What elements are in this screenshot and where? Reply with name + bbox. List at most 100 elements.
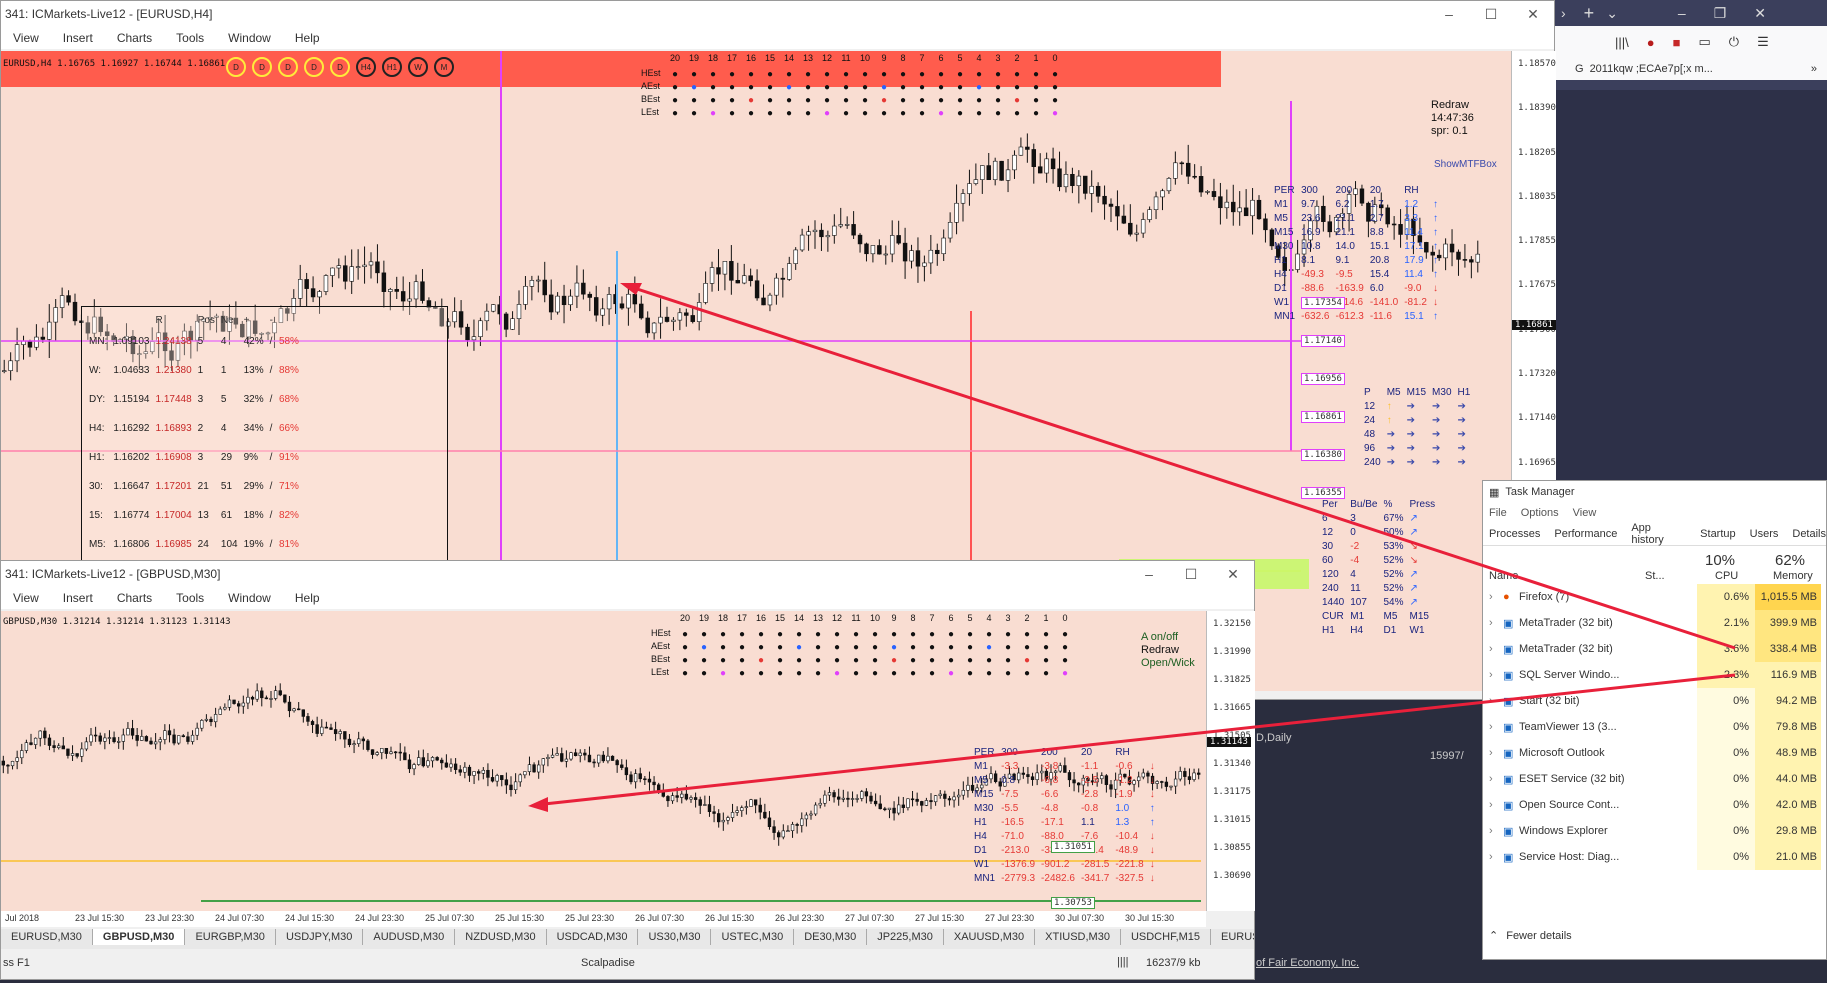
process-icon: ▣: [1503, 773, 1514, 786]
ublock-icon[interactable]: ●: [1647, 35, 1655, 50]
a-onoff-toggle[interactable]: A on/off: [1141, 631, 1195, 644]
process-row[interactable]: › ▣ TeamViewer 13 (3... 0% 79.8 MB: [1483, 714, 1826, 740]
chart-tab[interactable]: USTEC,M30: [711, 929, 795, 945]
tm-tab-processes[interactable]: Processes: [1489, 528, 1540, 540]
press-header: %: [1383, 498, 1393, 510]
expand-chevron-icon[interactable]: ›: [1489, 773, 1503, 785]
expand-chevron-icon[interactable]: ›: [1489, 695, 1503, 707]
chevron-up-icon: ⌃: [1489, 930, 1499, 942]
minimize-icon[interactable]: –: [1428, 6, 1470, 23]
close-icon[interactable]: ✕: [1754, 5, 1766, 22]
left-cell: 18%: [243, 510, 264, 521]
candle-body: [823, 794, 827, 804]
menu-tools[interactable]: Tools: [176, 31, 204, 45]
show-mtf-box[interactable]: ShowMTFBox: [1434, 159, 1497, 170]
col-status[interactable]: St...: [1645, 570, 1665, 582]
tm-menu-file[interactable]: File: [1489, 507, 1507, 519]
process-row[interactable]: › ▣ Start (32 bit) 0% 94.2 MB: [1483, 688, 1826, 714]
chart-tab[interactable]: US30,M30: [638, 929, 712, 945]
menu-window[interactable]: Window: [228, 591, 271, 605]
chevron-down-icon[interactable]: ⌄: [1606, 5, 1618, 22]
minimize-icon[interactable]: –: [1678, 5, 1686, 21]
chart-tab[interactable]: AUDUSD,M30: [363, 929, 456, 945]
menu-charts[interactable]: Charts: [117, 591, 152, 605]
process-memory: 42.0 MB: [1755, 792, 1821, 818]
chart-tab[interactable]: USDCAD,M30: [547, 929, 639, 945]
process-row[interactable]: › ▣ Windows Explorer 0% 29.8 MB: [1483, 818, 1826, 844]
restore-icon[interactable]: ❐: [1714, 5, 1727, 22]
expand-chevron-icon[interactable]: ›: [1489, 643, 1503, 655]
menu-help[interactable]: Help: [295, 31, 320, 45]
process-row[interactable]: › ▣ Service Host: Diag... 0% 21.0 MB: [1483, 844, 1826, 870]
menu-icon[interactable]: ☰: [1757, 34, 1769, 50]
expand-chevron-icon[interactable]: ›: [1489, 851, 1503, 863]
menu-tools[interactable]: Tools: [176, 591, 204, 605]
chevron-right-icon[interactable]: ›: [1561, 5, 1566, 21]
maximize-icon[interactable]: ☐: [1170, 566, 1212, 583]
menu-insert[interactable]: Insert: [63, 31, 93, 45]
chart-tab[interactable]: XTIUSD,M30: [1035, 929, 1121, 945]
expand-chevron-icon[interactable]: ›: [1489, 747, 1503, 759]
candle-body: [726, 817, 730, 821]
expand-chevron-icon[interactable]: ›: [1489, 617, 1503, 629]
open-wick-toggle[interactable]: Open/Wick: [1141, 657, 1195, 670]
col-cpu[interactable]: CPU: [1715, 570, 1738, 582]
tm-menu-options[interactable]: Options: [1521, 507, 1559, 519]
expand-chevron-icon[interactable]: ›: [1489, 591, 1503, 603]
tm-tab-app-history[interactable]: App history: [1631, 522, 1686, 546]
press-cell: 52%: [1383, 554, 1404, 566]
gbpusd-chart[interactable]: GBPUSD,M30 1.31214 1.31214 1.31123 1.311…: [1, 611, 1206, 911]
process-row[interactable]: › ▣ ESET Service (32 bit) 0% 44.0 MB: [1483, 766, 1826, 792]
fewer-details-button[interactable]: ⌃ Fewer details: [1489, 929, 1572, 943]
new-tab-button[interactable]: +: [1584, 3, 1595, 24]
tm-menu-view[interactable]: View: [1573, 507, 1597, 519]
redraw-label[interactable]: Redraw: [1431, 99, 1474, 112]
left-cell: 1.17201: [155, 481, 192, 492]
chart-tab[interactable]: EURUSI: [1211, 929, 1254, 945]
chart-tab[interactable]: EURGBP,M30: [185, 929, 276, 945]
expand-chevron-icon[interactable]: ›: [1489, 669, 1503, 681]
menu-charts[interactable]: Charts: [117, 31, 152, 45]
extension-icon[interactable]: ■: [1673, 35, 1681, 50]
chart-tab[interactable]: USDJPY,M30: [276, 929, 364, 945]
tm-tab-startup[interactable]: Startup: [1700, 528, 1735, 540]
library-icon[interactable]: |||\: [1615, 35, 1629, 50]
menu-window[interactable]: Window: [228, 31, 271, 45]
chart-tab[interactable]: JP225,M30: [867, 929, 944, 945]
col-memory[interactable]: Memory: [1773, 570, 1813, 582]
bookmark-link[interactable]: 2011kqw ;ECAe7p[;x m...: [1590, 63, 1713, 75]
close-icon[interactable]: ✕: [1212, 566, 1254, 583]
menu-insert[interactable]: Insert: [63, 591, 93, 605]
menu-view[interactable]: View: [13, 31, 39, 45]
col-name[interactable]: Name: [1489, 570, 1518, 582]
chart-tab[interactable]: EURUSD,M30: [1, 929, 93, 945]
minimize-icon[interactable]: –: [1128, 566, 1170, 583]
tm-tab-performance[interactable]: Performance: [1554, 528, 1617, 540]
tm-tab-details[interactable]: Details: [1792, 528, 1826, 540]
tm-tab-users[interactable]: Users: [1750, 528, 1779, 540]
redraw-toggle[interactable]: Redraw: [1141, 644, 1195, 657]
menu-view[interactable]: View: [13, 591, 39, 605]
menu-help[interactable]: Help: [295, 591, 320, 605]
process-row[interactable]: › ● Firefox (7) 0.6% 1,015.5 MB: [1483, 584, 1826, 610]
chart-tab[interactable]: USDCHF,M15: [1121, 929, 1212, 945]
process-row[interactable]: › ▣ MetaTrader (32 bit) 2.1% 399.9 MB: [1483, 610, 1826, 636]
chart-tab[interactable]: XAUUSD,M30: [944, 929, 1036, 945]
power-icon[interactable]: ⏻: [1729, 34, 1739, 50]
expand-chevron-icon[interactable]: ›: [1489, 721, 1503, 733]
expand-chevron-icon[interactable]: ›: [1489, 799, 1503, 811]
process-row[interactable]: › ▣ MetaTrader (32 bit) 3.6% 338.4 MB: [1483, 636, 1826, 662]
chart-tab[interactable]: DE30,M30: [794, 929, 868, 945]
process-row[interactable]: › ▣ Microsoft Outlook 0% 48.9 MB: [1483, 740, 1826, 766]
close-icon[interactable]: ✕: [1512, 6, 1554, 23]
overflow-icon[interactable]: »: [1811, 63, 1817, 75]
per-header: RH: [1404, 184, 1419, 196]
sidebar-icon[interactable]: ▭: [1698, 34, 1710, 50]
process-row[interactable]: › ▣ Open Source Cont... 0% 42.0 MB: [1483, 792, 1826, 818]
chart-tab[interactable]: GBPUSD,M30: [92, 929, 186, 945]
chart-tab[interactable]: NZDUSD,M30: [455, 929, 547, 945]
expand-chevron-icon[interactable]: ›: [1489, 825, 1503, 837]
left-cell: 42%: [243, 336, 264, 347]
process-row[interactable]: › ▣ SQL Server Windo... 2.3% 116.9 MB: [1483, 662, 1826, 688]
maximize-icon[interactable]: ☐: [1470, 6, 1512, 23]
